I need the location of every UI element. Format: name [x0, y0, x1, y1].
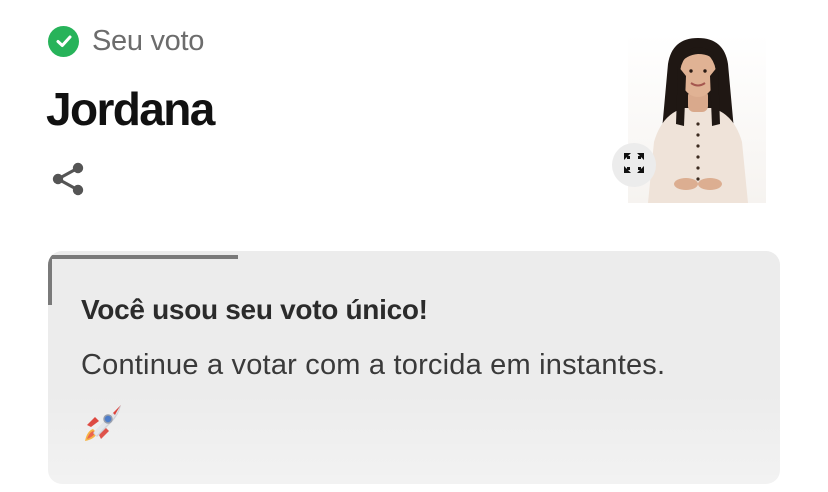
vote-confirmation-card: Você usou seu voto único! Continue a vot… [48, 251, 780, 484]
rocket-icon [81, 403, 123, 445]
expand-photo-button[interactable] [612, 143, 656, 187]
card-message: Continue a votar com a torcida em instan… [81, 349, 666, 381]
card-progress-indicator-side [48, 255, 52, 305]
expand-icon [623, 152, 645, 179]
card-title: Você usou seu voto único! [81, 294, 428, 325]
share-icon[interactable] [49, 160, 87, 198]
vote-status-label: Seu voto [92, 24, 205, 57]
candidate-name: Jordana [46, 83, 215, 135]
card-progress-indicator [48, 255, 238, 259]
vote-status: Seu voto [48, 24, 204, 58]
check-circle-icon [48, 25, 79, 57]
